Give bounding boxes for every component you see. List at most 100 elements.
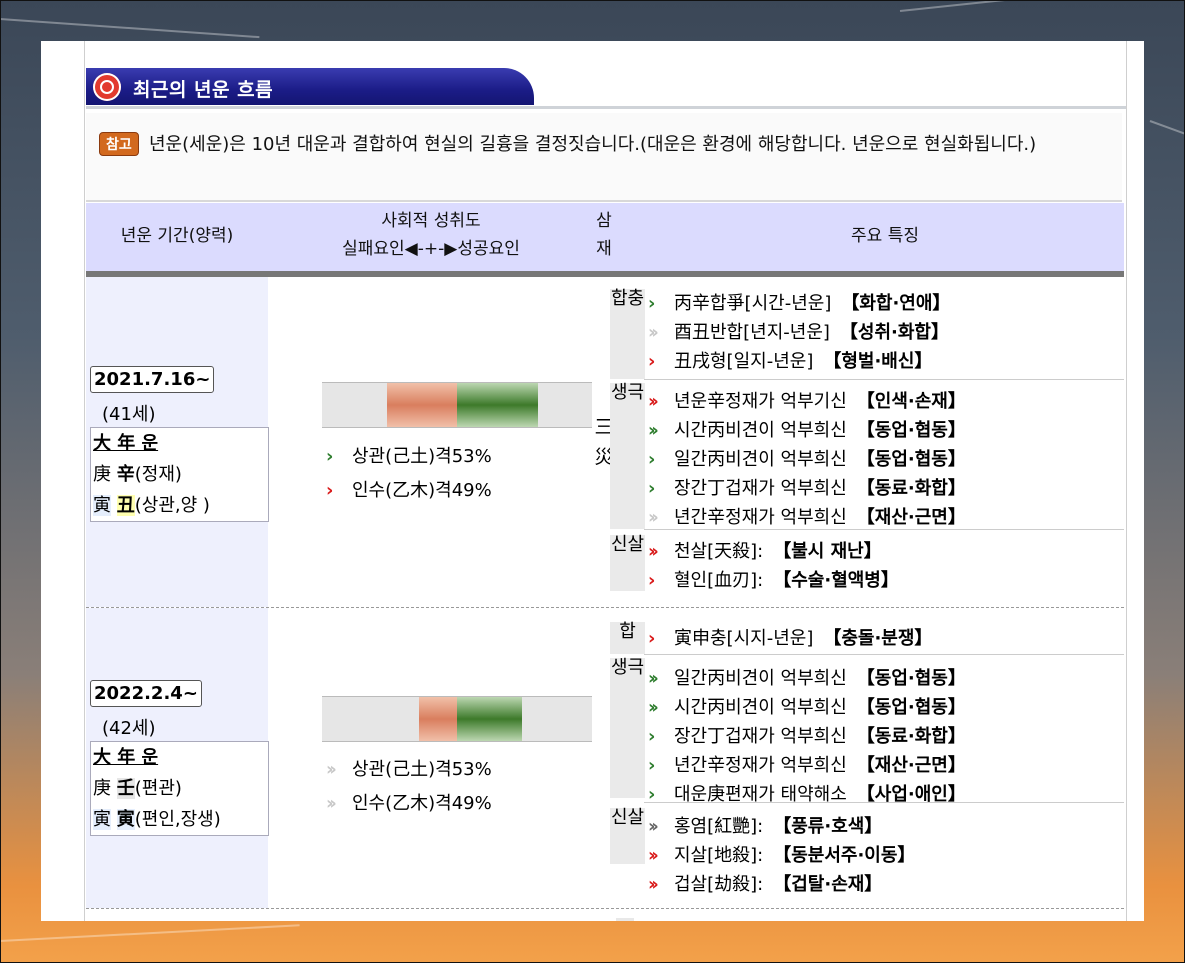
feature-item: ›› 천살[天殺]: 【불시 재난】 [648,541,882,562]
arrow-icon: ›› [648,391,659,412]
feature-item: ›› 시간丙비견이 억부희신 【동업·협동】 [648,697,966,718]
feature-item: › 년간辛정재가 억부희신 【재산·근면】 [648,755,966,776]
feature-item: ›› 겁살[劫殺]: 【겁탈·손재】 [648,874,883,895]
arrow-icon: › [648,726,655,747]
gyeok-line: ›› 상관(己土)격53% [326,753,492,787]
header-features: 주요 특징 [851,226,919,246]
background-streak [0,18,260,39]
divider [616,918,634,921]
feature-item: › 장간丁겁재가 억부희신 【동료·화합】 [648,478,966,499]
arrow-icon: › [326,446,333,467]
period-date: 2021.7.16~ [90,366,215,393]
arrow-icon: ›› [648,507,659,528]
bar-failure-segment [386,383,457,427]
daewun-title: 大 年 운 [93,747,159,768]
feature-item: › 丑戌형[일지-년운] 【형벌·배신】 [648,351,933,372]
arrow-icon: › [648,784,655,805]
category-hap: 합 [610,622,645,654]
arrow-icon: › [648,755,655,776]
group-hapchung: › 丙辛합爭[시간-년운] 【화합·연애】 ›› 酉丑반합[년지-년운] 【성취·화합】… [644,287,1124,380]
feature-item: ›› 지살[地殺]: 【동분서주·이동】 [648,845,916,866]
group-sinsal: ›› 홍염[紅艷]: 【풍류·호색】 ›› 지살[地殺]: 【동분서주·이동】 ›› 겁살… [644,806,1124,906]
stem-relation: (편관) [134,778,182,799]
header-achievement: 사회적 성취도 [381,211,481,231]
category-sinsal: 신살 [610,535,645,591]
feature-item: ›› 년간辛정재가 억부희신 【재산·근면】 [648,507,966,528]
arrow-icon: › [648,570,655,591]
note-box: 년운(세운)은 10년 대운과 결합하여 현실의 길흉을 결정짓습니다.(대운은… [86,113,1122,202]
arrow-icon: ›› [648,874,659,895]
background-streak [0,924,300,942]
category-saenggeuk: 생극 [610,383,645,529]
content-panel: 최근의 년운 흐름 년운(세운)은 10년 대운과 결합하여 현실의 길흉을 결… [41,41,1144,921]
category-hapchung: 합충 [610,289,645,379]
age: (42세) [102,718,156,739]
arrow-icon: › [648,351,655,372]
note-badge: 참고 [99,132,139,156]
feature-item: ›› 酉丑반합[년지-년운] 【성취·화합】 [648,322,949,343]
feature-item: ›› 일간丙비견이 억부희신 【동업·협동】 [648,668,966,689]
target-icon [93,73,121,101]
section-title: 최근의 년운 흐름 [133,79,274,101]
daewun-title: 大 年 운 [93,433,159,454]
arrow-icon: ›› [648,420,659,441]
divider [84,41,85,921]
group-saenggeuk: ›› 일간丙비견이 억부희신 【동업·협동】 ›› 시간丙비견이 억부희신 【동업·협동… [644,656,1124,805]
arrow-icon: ›› [648,668,659,689]
category-saenggeuk: 생극 [610,658,645,798]
branch-yearly: 丑 [116,495,135,516]
arrow-icon: › [648,628,655,649]
arrow-icon: ›› [648,541,659,562]
branch-yearly: 寅 [116,809,135,830]
table-row: 2021.7.16~ (41세) 大 年 운 庚 辛(정재) 寅 丑(상관,양 … [86,277,1124,608]
achievement-bar [322,382,592,428]
stem: 庚 [93,778,111,799]
group-sinsal: ›› 천살[天殺]: 【불시 재난】 › 혈인[血刃]: 【수술·혈액병】 [644,533,1124,603]
period-date: 2022.2.4~ [90,680,202,707]
header-period: 년운 기간(양력) [120,226,234,246]
table-row: 2022.2.4~ (42세) 大 年 운 庚 壬(편관) 寅 寅(편인,장생)… [86,608,1124,909]
bar-failure-segment [419,697,457,741]
branch-relation: (상관,양 ) [134,495,210,516]
category-sinsal: 신살 [610,808,645,864]
daewun-box: 大 年 운 庚 辛(정재) 寅 丑(상관,양 ) [90,427,269,522]
header-samjae: 삼 [596,211,612,231]
bar-success-segment [457,697,522,741]
feature-item: ›› 홍염[紅艷]: 【풍류·호색】 [648,816,883,837]
branch: 寅 [93,495,111,516]
stem-yearly: 辛 [116,464,135,485]
feature-item: › 일간丙비견이 억부희신 【동업·협동】 [648,449,966,470]
arrow-icon: ›› [648,845,659,866]
arrow-icon: ›› [326,793,337,814]
period-cell: 2022.2.4~ (42세) 大 年 운 庚 壬(편관) 寅 寅(편인,장생) [86,608,269,908]
background-streak [1149,120,1185,136]
age: (41세) [102,404,156,425]
note-text: 년운(세운)은 10년 대운과 결합하여 현실의 길흉을 결정짓습니다.(대운은… [149,134,1037,155]
period-cell: 2021.7.16~ (41세) 大 年 운 庚 辛(정재) 寅 丑(상관,양 … [86,277,269,607]
feature-item: ›› 시간丙비견이 억부희신 【동업·협동】 [648,420,966,441]
arrow-icon: › [648,478,655,499]
gyeok-line: › 인수(乙木)격49% [326,474,492,508]
feature-item: › 장간丁겁재가 억부희신 【동료·화합】 [648,726,966,747]
arrow-icon: › [326,480,333,501]
arrow-icon: ›› [648,322,659,343]
group-hap: › 寅申충[시지-년운] 【충돌·분쟁】 [644,620,1124,655]
table-header: 년운 기간(양력) 사회적 성취도 실패요인◀-+-▶성공요인 삼 재 주요 특… [86,203,1124,277]
divider [86,106,1126,109]
header-achievement-scale: 실패요인◀-+-▶성공요인 [342,239,520,259]
bar-success-segment [457,383,538,427]
feature-item: › 寅申충[시지-년운] 【충돌·분쟁】 [648,628,933,649]
achievement-bar [322,696,592,742]
arrow-icon: ›› [326,759,337,780]
feature-item: › 丙辛합爭[시간-년운] 【화합·연애】 [648,293,951,314]
branch: 寅 [93,809,111,830]
arrow-icon: ›› [648,816,659,837]
feature-item: › 대운庚편재가 태약해소 【사업·애인】 [648,784,966,805]
daewun-box: 大 年 운 庚 壬(편관) 寅 寅(편인,장생) [90,741,269,836]
stem-relation: (정재) [134,464,182,485]
gyeok-line: ›› 인수(乙木)격49% [326,787,492,821]
arrow-icon: › [648,449,655,470]
feature-item: ›› 년운辛정재가 억부기신 【인색·손재】 [648,391,966,412]
group-saenggeuk: ›› 년운辛정재가 억부기신 【인색·손재】 ›› 시간丙비견이 억부희신 【동업·협동… [644,381,1124,530]
arrow-icon: ›› [648,697,659,718]
